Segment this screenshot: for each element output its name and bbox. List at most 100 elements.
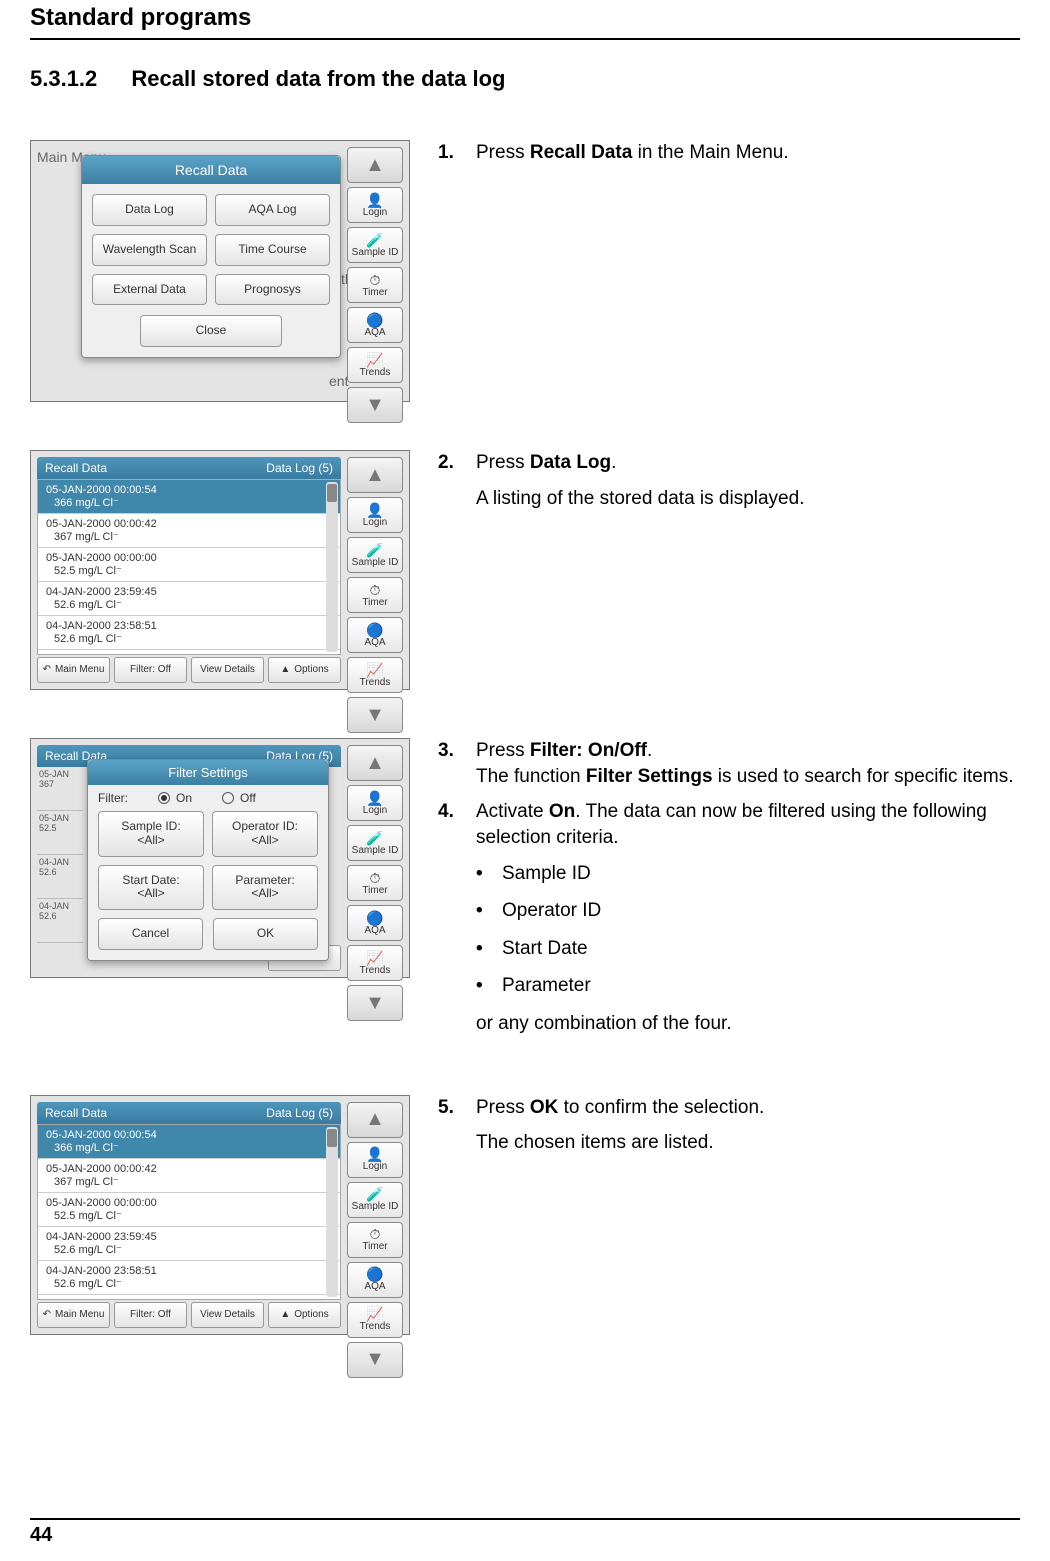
step-2-text-a: Press bbox=[476, 452, 530, 473]
sample-id-filter-button[interactable]: Sample ID:<All> bbox=[98, 811, 204, 857]
aqa-label: AQA bbox=[364, 327, 385, 338]
list-item[interactable]: 05-JAN-2000 00:00:0052.5 mg/L Cl⁻ bbox=[38, 548, 340, 582]
filter-off-button[interactable]: Filter: Off bbox=[114, 657, 187, 683]
sample-id-label: Sample ID bbox=[352, 845, 399, 856]
options-button[interactable]: ▲Options bbox=[268, 657, 341, 683]
list-item[interactable]: 05-JAN-2000 00:00:54366 mg/L Cl⁻ bbox=[38, 1125, 340, 1159]
sample-id-button[interactable]: 🧪Sample ID bbox=[347, 1182, 403, 1218]
main-menu-button[interactable]: ↶Main Menu bbox=[37, 1302, 110, 1328]
trends-icon: 📈 bbox=[366, 353, 383, 367]
list-item: 05-JAN367 bbox=[37, 767, 83, 811]
aqa-button[interactable]: 🔵AQA bbox=[347, 1262, 403, 1298]
step-1-text-bold: Recall Data bbox=[530, 142, 632, 163]
close-button[interactable]: Close bbox=[140, 315, 283, 347]
login-button[interactable]: 👤Login bbox=[347, 1142, 403, 1178]
scroll-down-icon[interactable]: ▼ bbox=[347, 697, 403, 733]
list-item[interactable]: 05-JAN-2000 00:00:0052.5 mg/L Cl⁻ bbox=[38, 1193, 340, 1227]
time-course-button[interactable]: Time Course bbox=[215, 234, 330, 266]
list-item[interactable]: 05-JAN-2000 00:00:42367 mg/L Cl⁻ bbox=[38, 1159, 340, 1193]
external-data-button[interactable]: External Data bbox=[92, 274, 207, 306]
sample-id-icon: 🧪 bbox=[366, 233, 383, 247]
scrollbar[interactable] bbox=[326, 482, 338, 652]
start-date-filter-label: Start Date: bbox=[122, 873, 179, 887]
scrollbar-thumb[interactable] bbox=[327, 484, 337, 502]
timer-button[interactable]: ⏱Timer bbox=[347, 577, 403, 613]
login-button[interactable]: 👤Login bbox=[347, 497, 403, 533]
sample-id-button[interactable]: 🧪Sample ID bbox=[347, 227, 403, 263]
trends-button[interactable]: 📈Trends bbox=[347, 945, 403, 981]
ok-button[interactable]: OK bbox=[213, 918, 318, 950]
filter-off-radio[interactable]: Off bbox=[222, 791, 256, 805]
sample-id-button[interactable]: 🧪Sample ID bbox=[347, 537, 403, 573]
list-item[interactable]: 04-JAN-2000 23:58:5152.6 mg/L Cl⁻ bbox=[38, 1261, 340, 1295]
back-icon: ↶ bbox=[43, 665, 51, 676]
list-item[interactable]: 04-JAN-2000 23:59:4552.6 mg/L Cl⁻ bbox=[38, 1227, 340, 1261]
prognosys-button[interactable]: Prognosys bbox=[215, 274, 330, 306]
main-menu-label: Main Menu bbox=[55, 665, 104, 676]
aqa-button[interactable]: 🔵AQA bbox=[347, 617, 403, 653]
start-date-filter-button[interactable]: Start Date:<All> bbox=[98, 865, 204, 911]
scroll-down-icon[interactable]: ▼ bbox=[347, 985, 403, 1021]
step-1-text-a: Press bbox=[476, 142, 530, 163]
operator-id-filter-button[interactable]: Operator ID:<All> bbox=[212, 811, 318, 857]
list-item[interactable]: 05-JAN-2000 00:00:54366 mg/L Cl⁻ bbox=[38, 480, 340, 514]
scrollbar[interactable] bbox=[326, 1127, 338, 1297]
sample-id-button[interactable]: 🧪Sample ID bbox=[347, 825, 403, 861]
login-label: Login bbox=[363, 1161, 387, 1172]
scroll-up-icon[interactable]: ▲ bbox=[347, 745, 403, 781]
timer-button[interactable]: ⏱Timer bbox=[347, 267, 403, 303]
options-icon: ▲ bbox=[280, 1310, 290, 1321]
list-item[interactable]: 04-JAN-2000 23:59:4552.6 mg/L Cl⁻ bbox=[38, 582, 340, 616]
timer-button[interactable]: ⏱Timer bbox=[347, 1222, 403, 1258]
options-button[interactable]: ▲Options bbox=[268, 1302, 341, 1328]
trends-button[interactable]: 📈Trends bbox=[347, 347, 403, 383]
timer-icon: ⏱ bbox=[370, 871, 381, 885]
step-number-1: 1. bbox=[438, 140, 462, 166]
title-left: Recall Data bbox=[45, 1106, 107, 1120]
parameter-filter-button[interactable]: Parameter:<All> bbox=[212, 865, 318, 911]
scrollbar-thumb[interactable] bbox=[327, 1129, 337, 1147]
cancel-button[interactable]: Cancel bbox=[98, 918, 203, 950]
scroll-down-icon[interactable]: ▼ bbox=[347, 1342, 403, 1378]
main-menu-button[interactable]: ↶ Main Menu bbox=[37, 657, 110, 683]
login-button[interactable]: 👤Login bbox=[347, 785, 403, 821]
title-right: Data Log (5) bbox=[266, 461, 333, 475]
step-5-sub: The chosen items are listed. bbox=[476, 1130, 1020, 1156]
scroll-up-icon[interactable]: ▲ bbox=[347, 1102, 403, 1138]
filter-criteria-item: Operator ID bbox=[476, 898, 1020, 924]
list-item[interactable]: 05-JAN-2000 00:00:42367 mg/L Cl⁻ bbox=[38, 514, 340, 548]
view-details-button[interactable]: View Details bbox=[191, 1302, 264, 1328]
s4-a: Activate bbox=[476, 801, 549, 822]
trends-button[interactable]: 📈Trends bbox=[347, 1302, 403, 1338]
timer-label: Timer bbox=[362, 885, 387, 896]
sample-id-label: Sample ID bbox=[352, 557, 399, 568]
aqa-button[interactable]: 🔵AQA bbox=[347, 905, 403, 941]
page-number: 44 bbox=[30, 1524, 1020, 1547]
scroll-down-icon[interactable]: ▼ bbox=[347, 387, 403, 423]
sample-id-icon: 🧪 bbox=[366, 1187, 383, 1201]
sample-id-filter-label: Sample ID: bbox=[121, 819, 180, 833]
list-item[interactable]: 04-JAN-2000 23:58:5152.6 mg/L Cl⁻ bbox=[38, 616, 340, 650]
trends-label: Trends bbox=[360, 965, 391, 976]
panel-title: Recall Data bbox=[82, 156, 340, 184]
data-log-button[interactable]: Data Log bbox=[92, 194, 207, 226]
timer-button[interactable]: ⏱Timer bbox=[347, 865, 403, 901]
step-number-5: 5. bbox=[438, 1095, 462, 1121]
wavelength-scan-button[interactable]: Wavelength Scan bbox=[92, 234, 207, 266]
data-log-list-behind: 05-JAN36705-JAN52.504-JAN52.604-JAN52.6 bbox=[37, 767, 83, 943]
scroll-up-icon[interactable]: ▲ bbox=[347, 457, 403, 493]
login-button[interactable]: 👤Login bbox=[347, 187, 403, 223]
scroll-up-icon[interactable]: ▲ bbox=[347, 147, 403, 183]
aqa-log-button[interactable]: AQA Log bbox=[215, 194, 330, 226]
filter-off-button[interactable]: Filter: Off bbox=[114, 1302, 187, 1328]
s3-c: The function bbox=[476, 766, 586, 787]
trends-button[interactable]: 📈Trends bbox=[347, 657, 403, 693]
step-5-text-bold: OK bbox=[530, 1097, 559, 1118]
title-left: Recall Data bbox=[45, 461, 107, 475]
view-details-button[interactable]: View Details bbox=[191, 657, 264, 683]
filter-on-radio[interactable]: On bbox=[158, 791, 192, 805]
aqa-button[interactable]: 🔵AQA bbox=[347, 307, 403, 343]
radio-off-icon bbox=[222, 792, 234, 804]
parameter-filter-value: <All> bbox=[251, 886, 278, 900]
aqa-label: AQA bbox=[364, 637, 385, 648]
